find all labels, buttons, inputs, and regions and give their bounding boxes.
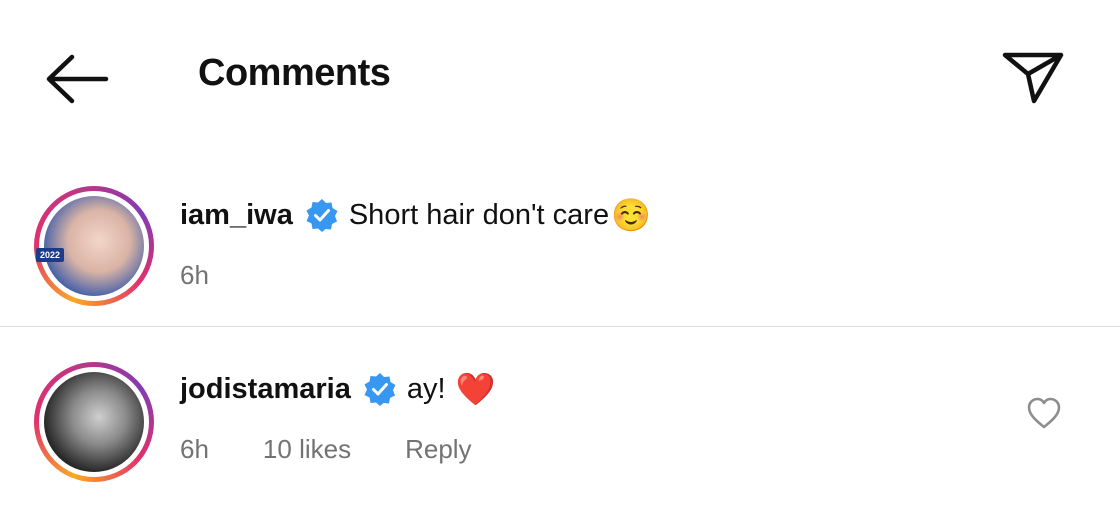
- page-title: Comments: [198, 52, 391, 94]
- heart-outline-icon[interactable]: [1026, 396, 1062, 430]
- verified-badge-icon: [364, 373, 396, 406]
- likes-count[interactable]: 10 likes: [263, 434, 351, 465]
- comment-username[interactable]: jodistamaria: [180, 373, 351, 406]
- comment-meta: 6h 10 likes Reply: [180, 434, 526, 465]
- comment-time: 6h: [180, 434, 209, 464]
- comment-line: jodistamaria ay! ❤️: [180, 372, 495, 406]
- comment-text: Short hair don't care: [348, 198, 610, 231]
- smiling-emoji: ☺️: [611, 197, 651, 233]
- comment-time: 6h: [180, 260, 209, 290]
- divider: [0, 326, 1120, 327]
- comment-line: iam_iwa Short hair don't care ☺️: [180, 198, 651, 232]
- header: Comments: [0, 0, 1120, 150]
- comment-meta: 6h: [180, 260, 263, 291]
- avatar[interactable]: [34, 362, 154, 482]
- comment-item: 2022 iam_iwa Short hair don't care ☺️ 6h: [0, 180, 1120, 326]
- comment-text: ay!: [406, 372, 446, 405]
- avatar[interactable]: 2022: [34, 186, 154, 306]
- avatar-image: [44, 372, 144, 472]
- avatar-badge: 2022: [36, 248, 65, 262]
- arrow-left-icon[interactable]: [44, 54, 110, 104]
- avatar-image: [44, 196, 144, 296]
- verified-badge-icon: [306, 199, 338, 232]
- comment-item: jodistamaria ay! ❤️ 6h 10 likes Reply: [0, 328, 1120, 521]
- comment-username[interactable]: iam_iwa: [180, 199, 293, 232]
- paper-plane-icon[interactable]: [1000, 48, 1066, 106]
- reply-button[interactable]: Reply: [405, 434, 471, 465]
- red-heart-emoji: ❤️: [455, 371, 496, 407]
